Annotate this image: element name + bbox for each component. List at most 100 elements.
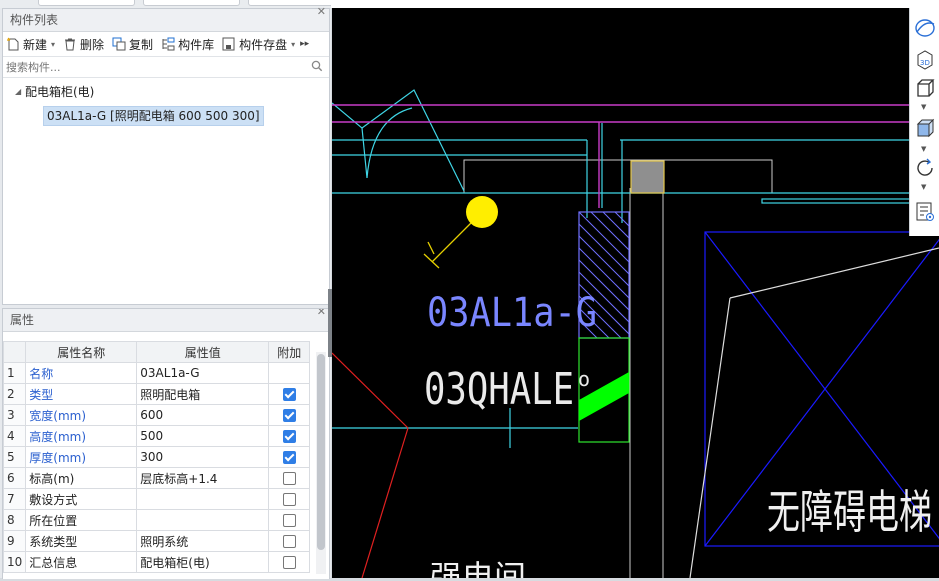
- property-row[interactable]: 2 类型 照明配电箱: [3, 383, 311, 405]
- property-extra-cell: [268, 383, 311, 405]
- extra-checkbox[interactable]: [282, 493, 296, 506]
- junction-box: [630, 160, 665, 194]
- tab-stub-2[interactable]: [143, 0, 240, 6]
- property-value[interactable]: 600: [136, 404, 270, 426]
- properties-table: 属性名称 属性值 附加 1 名称 03AL1a-G 2 类型 照明配电箱 3 宽度(mm) 60…: [3, 341, 311, 573]
- property-row[interactable]: 10 汇总信息 配电箱柜(电): [3, 551, 311, 573]
- property-row[interactable]: 7 敷设方式: [3, 488, 311, 510]
- close-icon[interactable]: ✕: [317, 5, 326, 19]
- library-label: 构件库: [178, 37, 215, 52]
- row-number: 3: [3, 404, 27, 426]
- property-value[interactable]: 照明配电箱: [136, 383, 270, 405]
- property-extra-cell: [268, 362, 311, 384]
- property-value[interactable]: [136, 509, 270, 531]
- new-label: 新建: [23, 37, 48, 52]
- chevron-down-icon[interactable]: ▼: [921, 145, 926, 153]
- overflow-icon[interactable]: ▸▸: [300, 39, 309, 49]
- properties-panel: 属性 ✕ 属性名称 属性值 附加 1 名称 03AL1a-G 2 类型 照明配电箱 3 宽度(…: [2, 308, 330, 579]
- scrollbar-thumb[interactable]: [317, 354, 325, 550]
- extra-checkbox[interactable]: [282, 388, 296, 401]
- row-number: 9: [3, 530, 27, 552]
- property-name: 标高(m): [25, 467, 138, 489]
- library-icon: [162, 37, 175, 51]
- property-extra-cell: [268, 509, 311, 531]
- row-number: 2: [3, 383, 27, 405]
- property-row[interactable]: 9 系统类型 照明系统: [3, 530, 311, 552]
- expand-triangle-icon[interactable]: ◢: [15, 82, 25, 102]
- extra-checkbox[interactable]: [282, 535, 296, 548]
- tree-item-selected[interactable]: 03AL1a-G [照明配电箱 600 500 300]: [43, 106, 264, 126]
- cad-canvas[interactable]: 03AL1a-G 03QHALE o 无障碍电梯 强电间: [331, 8, 939, 581]
- rotate-icon[interactable]: [913, 156, 937, 180]
- header-num: [3, 341, 27, 363]
- chevron-down-icon[interactable]: ▼: [921, 183, 926, 191]
- panel-title-properties: 属性 ✕: [3, 309, 329, 332]
- property-extra-cell: [268, 425, 311, 447]
- view-3d-icon[interactable]: 3D: [913, 48, 937, 72]
- header-extra: 附加: [268, 341, 311, 363]
- list-view-icon[interactable]: [913, 200, 937, 224]
- component-search: [3, 57, 329, 78]
- property-value[interactable]: 03AL1a-G: [136, 362, 270, 384]
- delete-button[interactable]: 删除: [63, 36, 104, 53]
- save-icon: [222, 37, 235, 51]
- chevron-down-icon[interactable]: ▼: [921, 103, 926, 111]
- label-panel: 03AL1a-G: [427, 290, 597, 336]
- property-name: 宽度(mm): [25, 404, 138, 426]
- property-value[interactable]: 300: [136, 446, 270, 468]
- extra-checkbox[interactable]: [282, 556, 296, 569]
- property-row[interactable]: 1 名称 03AL1a-G: [3, 362, 311, 384]
- extra-checkbox[interactable]: [282, 409, 296, 422]
- property-value[interactable]: 500: [136, 425, 270, 447]
- property-value[interactable]: 照明系统: [136, 530, 270, 552]
- top-tab-strip: [0, 0, 345, 8]
- properties-header-row: 属性名称 属性值 附加: [3, 341, 311, 363]
- property-value[interactable]: [136, 488, 270, 510]
- property-name: 汇总信息: [25, 551, 138, 573]
- property-name: 系统类型: [25, 530, 138, 552]
- properties-title: 属性: [10, 313, 35, 327]
- property-value[interactable]: 配电箱柜(电): [136, 551, 270, 573]
- label-bottom: 强电间: [430, 558, 526, 578]
- property-row[interactable]: 8 所在位置: [3, 509, 311, 531]
- extra-checkbox[interactable]: [282, 451, 296, 464]
- new-button[interactable]: 新建 ▾: [6, 36, 55, 53]
- extra-checkbox[interactable]: [282, 472, 296, 485]
- row-number: 7: [3, 488, 27, 510]
- row-number: 6: [3, 467, 27, 489]
- delete-icon: [65, 38, 76, 51]
- component-toolbar: 新建 ▾ 删除 复制 构件库 构件存盘 ▾ ▸▸: [3, 32, 329, 57]
- copy-button[interactable]: 复制: [112, 36, 153, 53]
- property-extra-cell: [268, 446, 311, 468]
- close-icon[interactable]: ✕: [317, 309, 326, 319]
- row-number: 4: [3, 425, 27, 447]
- property-extra-cell: [268, 467, 311, 489]
- search-icon[interactable]: [311, 60, 323, 72]
- chevron-down-icon[interactable]: ▾: [51, 40, 55, 49]
- property-value[interactable]: 层底标高+1.4: [136, 467, 270, 489]
- property-row[interactable]: 5 厚度(mm) 300: [3, 446, 311, 468]
- tab-stub-1[interactable]: [38, 0, 135, 6]
- header-name: 属性名称: [25, 341, 138, 363]
- property-name: 敷设方式: [25, 488, 138, 510]
- library-button[interactable]: 构件库: [161, 36, 214, 53]
- search-input[interactable]: [3, 57, 298, 77]
- cube-solid-icon[interactable]: [913, 116, 937, 140]
- property-row[interactable]: 4 高度(mm) 500: [3, 425, 311, 447]
- cad-top-strip: [331, 0, 939, 8]
- component-tree: ◢ 配电箱柜(电) 03AL1a-G [照明配电箱 600 500 300]: [3, 78, 329, 126]
- property-row[interactable]: 6 标高(m) 层底标高+1.4: [3, 467, 311, 489]
- cube-icon[interactable]: [913, 76, 937, 100]
- tree-group-label: 配电箱柜(电): [25, 85, 95, 99]
- extra-checkbox[interactable]: [282, 430, 296, 443]
- chevron-down-icon[interactable]: ▾: [291, 40, 295, 49]
- label-device-trail: o: [578, 367, 590, 391]
- properties-scrollbar[interactable]: [316, 352, 326, 574]
- row-number: 8: [3, 509, 27, 531]
- tree-group-distribution-box[interactable]: ◢ 配电箱柜(电): [3, 82, 329, 102]
- save-component-button[interactable]: 构件存盘 ▾: [222, 36, 295, 53]
- property-name: 厚度(mm): [25, 446, 138, 468]
- extra-checkbox[interactable]: [282, 514, 296, 527]
- orbit-icon[interactable]: [913, 16, 937, 40]
- property-row[interactable]: 3 宽度(mm) 600: [3, 404, 311, 426]
